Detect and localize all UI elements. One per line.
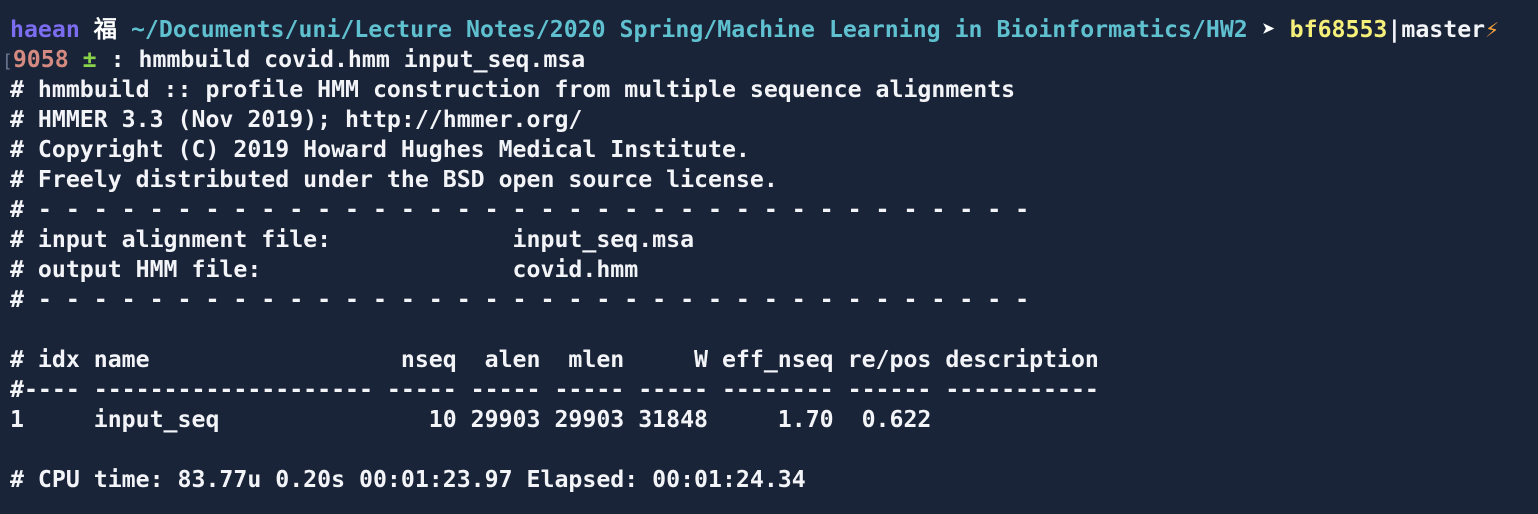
table-row: 1 input_seq 10 29903 29903 31848 1.70 0.… [10,406,932,433]
git-branch: master [1401,16,1486,43]
command-line[interactable]: [9058 ± : hmmbuild covid.hmm input_seq.m… [2,45,1499,75]
command-text: hmmbuild covid.hmm input_seq.msa [138,46,586,73]
history-number: 9058 [12,46,69,73]
prompt-path: ~/Documents/uni/Lecture Notes/2020 Sprin… [130,16,1248,43]
table-rule: #---- -------------------- ----- ----- -… [10,376,1099,403]
output-line: # hmmbuild :: profile HMM construction f… [10,76,1016,103]
prompt-separator-icon: ➤ [1261,16,1276,43]
git-commit: bf68553 [1289,16,1388,43]
prompt-line: haean 福 ~/Documents/uni/Lecture Notes/20… [10,15,1499,45]
vcs-marker: ± [82,46,97,73]
output-separator: # - - - - - - - - - - - - - - - - - - - … [10,196,1030,223]
output-line: # Freely distributed under the BSD open … [10,166,778,193]
output-separator: # - - - - - - - - - - - - - - - - - - - … [10,286,1030,313]
prompt-colon: : [110,46,125,73]
dirty-lightning-icon: ⚡ [1485,16,1500,43]
output-line: # output HMM file: covid.hmm [10,256,639,283]
terminal[interactable]: haean 福 ~/Documents/uni/Lecture Notes/20… [2,15,1499,495]
output-line: # input alignment file: input_seq.msa [10,226,695,253]
prompt-user: haean [10,16,80,43]
output-line: # Copyright (C) 2019 Howard Hughes Medic… [10,136,750,163]
table-header: # idx name nseq alen mlen W eff_nseq re/… [10,346,1099,373]
cpu-time-line: # CPU time: 83.77u 0.20s 00:01:23.97 Ela… [10,466,806,493]
branch-separator: | [1387,16,1402,43]
prompt-bracket: [ [2,51,13,72]
prompt-host-glyph: 福 [93,16,117,43]
output-line: # HMMER 3.3 (Nov 2019); http://hmmer.org… [10,106,583,133]
